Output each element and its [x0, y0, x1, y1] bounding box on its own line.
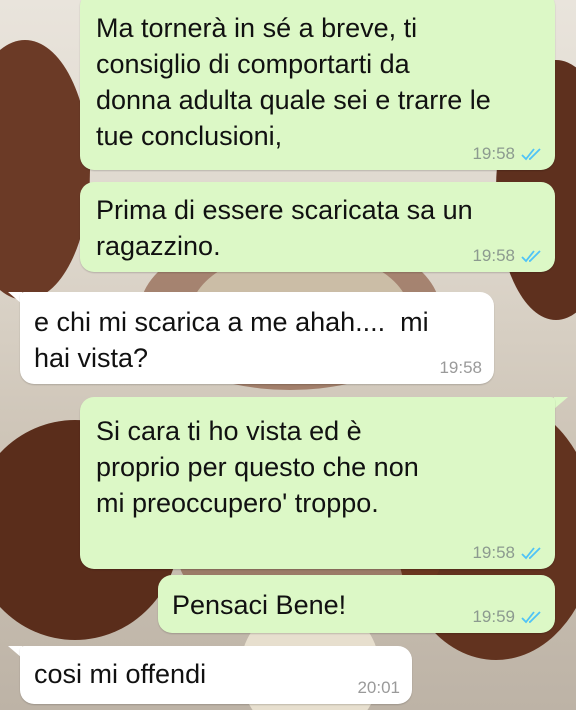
- message-meta: 19:58: [439, 358, 482, 378]
- double-check-icon: [521, 611, 541, 624]
- message-time: 19:59: [472, 607, 515, 626]
- message-text: Prima di essere scaricata sa un ragazzin…: [96, 195, 473, 261]
- message-time: 19:58: [472, 543, 515, 562]
- message-time: 19:58: [439, 358, 482, 377]
- message-text: Ma tornerà in sé a breve, ti consiglio d…: [96, 13, 491, 151]
- message-meta: 19:58: [472, 144, 543, 164]
- message-meta: 20:01: [357, 678, 400, 698]
- message-meta: 19:59: [472, 607, 543, 627]
- double-check-icon: [521, 250, 541, 263]
- message-text: Pensaci Bene!: [172, 590, 347, 620]
- message-bubble-outgoing[interactable]: Ma tornerà in sé a breve, ti consiglio d…: [80, 0, 555, 170]
- message-bubble-outgoing[interactable]: Si cara ti ho vista ed è proprio per que…: [80, 397, 555, 569]
- bubble-tail: [554, 397, 568, 409]
- message-bubble-outgoing[interactable]: Pensaci Bene! 19:59: [158, 575, 555, 633]
- message-text: e chi mi scarica a me ahah.... mi hai vi…: [34, 307, 429, 373]
- message-meta: 19:58: [472, 543, 543, 563]
- double-check-icon: [521, 148, 541, 161]
- message-text: Si cara ti ho vista ed è proprio per que…: [96, 416, 419, 518]
- message-time: 20:01: [357, 678, 400, 697]
- message-bubble-incoming[interactable]: e chi mi scarica a me ahah.... mi hai vi…: [20, 292, 494, 384]
- message-time: 19:58: [472, 144, 515, 163]
- message-text: cosi mi offendi: [34, 659, 207, 689]
- message-time: 19:58: [472, 246, 515, 265]
- double-check-icon: [521, 547, 541, 560]
- message-meta: 19:58: [472, 246, 543, 266]
- message-bubble-outgoing[interactable]: Prima di essere scaricata sa un ragazzin…: [80, 182, 555, 272]
- message-bubble-incoming[interactable]: cosi mi offendi 20:01: [20, 646, 412, 704]
